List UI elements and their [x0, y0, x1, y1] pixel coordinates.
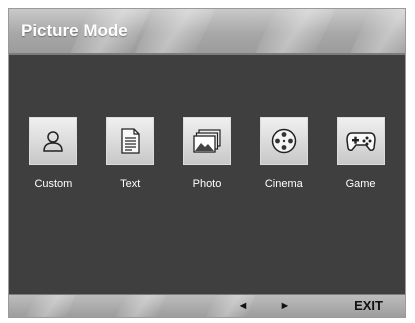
exit-button[interactable]: EXIT — [354, 298, 383, 313]
page-title: Picture Mode — [21, 21, 128, 40]
photo-mode-button[interactable] — [182, 117, 231, 165]
osd-panel: Picture Mode Custom Text Photo Cinema Ga… — [8, 8, 406, 318]
title-bar: Picture Mode — [9, 9, 405, 55]
gamepad-icon — [345, 132, 376, 151]
mode-label-custom: Custom — [34, 178, 73, 190]
text-mode-button[interactable] — [106, 117, 155, 165]
next-arrow-button[interactable]: ► — [277, 298, 293, 314]
prev-arrow-button[interactable]: ◄ — [235, 298, 251, 314]
mode-cinema[interactable]: Cinema — [249, 117, 319, 190]
cinema-mode-button[interactable] — [259, 117, 308, 165]
mode-text[interactable]: Text — [95, 117, 165, 190]
document-icon — [121, 128, 140, 154]
mode-custom[interactable]: Custom — [18, 117, 88, 190]
picture-mode-list: Custom Text Photo Cinema Game — [9, 117, 405, 190]
bottom-bar: ◄ ► EXIT — [9, 294, 405, 317]
custom-mode-button[interactable] — [29, 117, 78, 165]
film-reel-icon — [271, 128, 297, 154]
game-mode-button[interactable] — [336, 117, 385, 165]
person-icon — [43, 131, 64, 152]
mode-label-cinema: Cinema — [264, 178, 303, 190]
photo-icon — [193, 129, 221, 153]
mode-label-text: Text — [120, 178, 141, 190]
mode-photo[interactable]: Photo — [172, 117, 242, 190]
mode-game[interactable]: Game — [326, 117, 396, 190]
mode-label-photo: Photo — [192, 178, 222, 190]
mode-label-game: Game — [345, 178, 376, 190]
